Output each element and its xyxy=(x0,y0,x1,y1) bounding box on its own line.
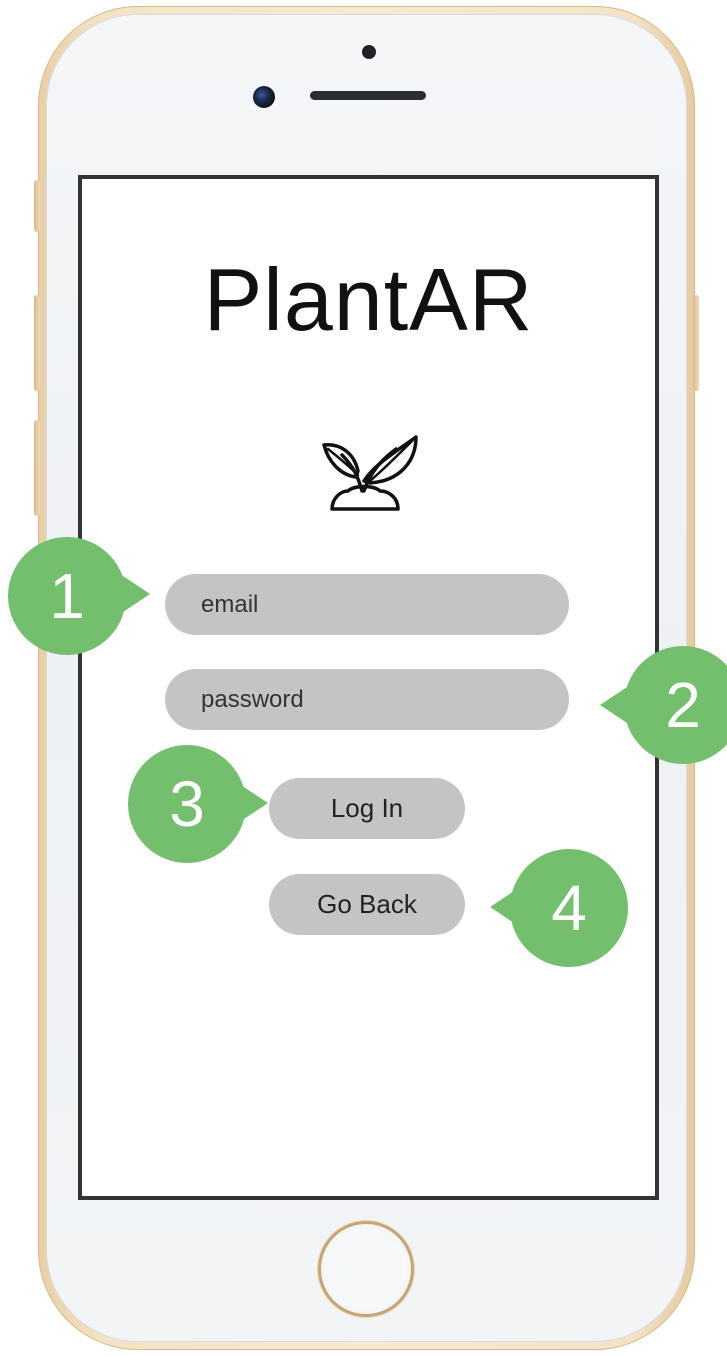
email-field[interactable] xyxy=(165,574,569,635)
annotation-badge-1: 1 xyxy=(8,537,126,655)
power-button xyxy=(693,295,699,391)
volume-up-button xyxy=(34,295,40,391)
home-button[interactable] xyxy=(318,1221,414,1317)
annotation-number: 2 xyxy=(665,669,701,741)
annotation-number: 1 xyxy=(49,560,85,632)
go-back-button[interactable]: Go Back xyxy=(269,874,465,935)
proximity-sensor xyxy=(362,45,376,59)
earpiece-speaker xyxy=(310,91,426,100)
annotation-badge-4: 4 xyxy=(510,849,628,967)
sprout-icon xyxy=(322,435,418,511)
password-field[interactable] xyxy=(165,669,569,730)
login-button[interactable]: Log In xyxy=(269,778,465,839)
mute-switch xyxy=(34,180,40,232)
app-title: PlantAR xyxy=(203,250,534,349)
front-camera xyxy=(253,86,275,108)
annotation-number: 3 xyxy=(169,768,205,840)
annotation-number: 4 xyxy=(551,872,587,944)
annotation-badge-3: 3 xyxy=(128,745,246,863)
volume-down-button xyxy=(34,420,40,516)
